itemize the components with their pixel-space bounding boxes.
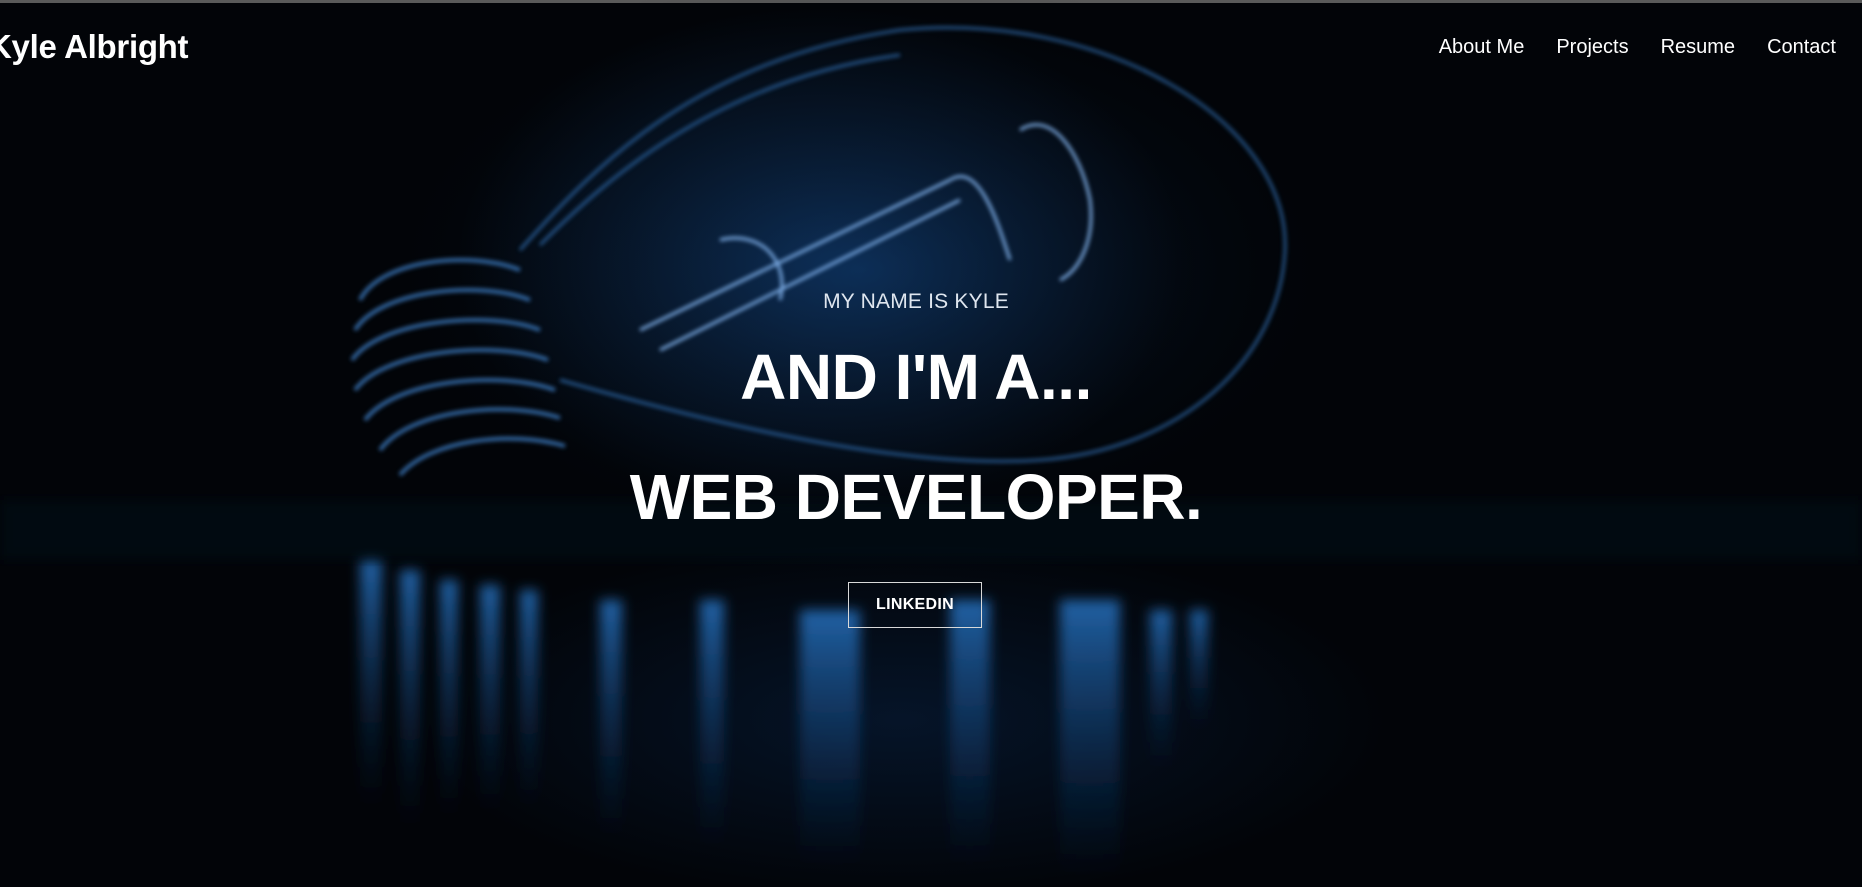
nav-links: About Me Projects Resume Contact [1439,36,1836,59]
reflection [360,560,1208,880]
hero-headline: AND I'M A... [740,341,1092,413]
hero-background-image [0,0,1862,880]
nav-item-contact[interactable]: Contact [1767,36,1836,59]
hero-kicker: MY NAME IS KYLE [823,290,1009,313]
portfolio-page: Kyle Albright About Me Projects Resume C… [0,0,1862,887]
linkedin-button[interactable]: LINKEDIN [848,582,982,628]
nav-item-projects[interactable]: Projects [1556,36,1628,59]
top-navigation: Kyle Albright About Me Projects Resume C… [0,28,1862,68]
hero-role: WEB DEVELOPER. [629,461,1203,533]
site-brand[interactable]: Kyle Albright [0,28,189,66]
nav-item-about-me[interactable]: About Me [1439,36,1525,59]
nav-item-resume[interactable]: Resume [1661,36,1735,59]
